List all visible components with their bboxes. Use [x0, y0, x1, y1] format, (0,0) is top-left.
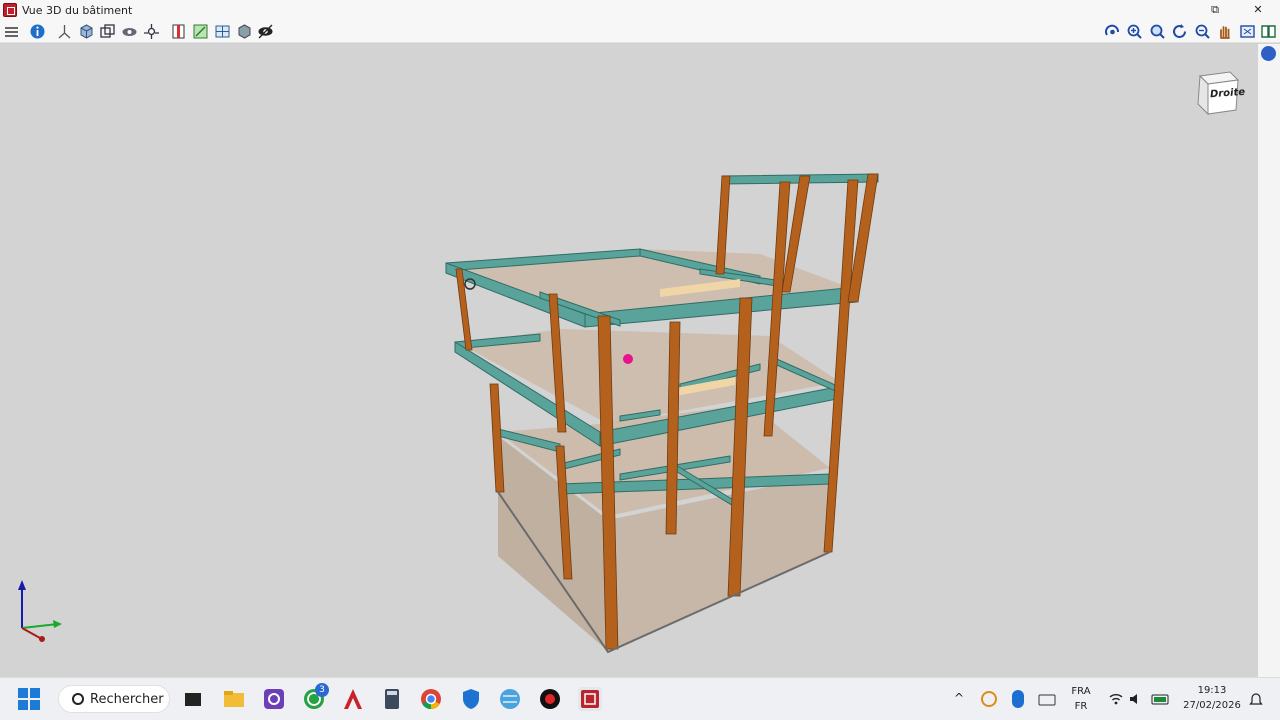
- whatsapp-badge: 3: [315, 683, 329, 697]
- frame-box-icon[interactable]: [99, 23, 116, 40]
- battery-icon[interactable]: [1151, 691, 1171, 707]
- tray-overflow-icon[interactable]: ^: [954, 691, 964, 705]
- keyboard-icon[interactable]: [1038, 692, 1056, 706]
- sync-icon[interactable]: [980, 690, 998, 708]
- rotate-view-icon[interactable]: [1104, 23, 1121, 40]
- info-icon[interactable]: [29, 23, 46, 40]
- restore-button[interactable]: ⧉: [1205, 2, 1225, 18]
- right-side-strip: [1258, 44, 1280, 677]
- refresh-view-icon[interactable]: [1171, 23, 1188, 40]
- chrome-icon[interactable]: [419, 687, 443, 711]
- search-label: Rechercher: [90, 691, 164, 707]
- shade-box-icon[interactable]: [78, 23, 95, 40]
- viewer-toolbar: [0, 20, 1280, 43]
- app-window: Vue 3D du bâtiment ⧉ ✕ Droite: [0, 0, 1280, 677]
- record-icon[interactable]: [538, 687, 562, 711]
- taskbar-search[interactable]: Rechercher: [58, 685, 170, 713]
- language-bottom[interactable]: FR: [1066, 701, 1096, 712]
- orbit-node-icon[interactable]: [143, 23, 160, 40]
- zoom-out-icon[interactable]: [1194, 23, 1211, 40]
- book-help-icon[interactable]: [1260, 23, 1277, 40]
- solid-cube-icon[interactable]: [236, 23, 253, 40]
- navigation-cube[interactable]: Droite: [1192, 70, 1245, 116]
- search-icon: [72, 693, 84, 705]
- building-3d-model: [18, 173, 879, 654]
- app-logo-icon: [3, 3, 17, 17]
- file-explorer-icon[interactable]: [222, 687, 246, 711]
- purple-app-icon[interactable]: [262, 687, 286, 711]
- fit-window-icon[interactable]: [1239, 23, 1256, 40]
- robot-structural-icon[interactable]: [578, 687, 602, 711]
- title-bar: Vue 3D du bâtiment ⧉ ✕: [0, 0, 1280, 20]
- help-icon[interactable]: [1261, 46, 1276, 61]
- zoom-window-icon[interactable]: [1149, 23, 1166, 40]
- autocad-icon[interactable]: [341, 687, 365, 711]
- section-green-icon[interactable]: [192, 23, 209, 40]
- wifi-icon[interactable]: [1108, 691, 1124, 707]
- visibility-eye-icon[interactable]: [257, 23, 274, 40]
- language-top[interactable]: FRA: [1066, 686, 1096, 697]
- security-shield-icon[interactable]: [459, 687, 483, 711]
- windows-start-icon[interactable]: [17, 687, 41, 711]
- task-view-icon[interactable]: [181, 687, 205, 711]
- notification-icon[interactable]: [1249, 691, 1263, 707]
- zoom-extents-icon[interactable]: [1126, 23, 1143, 40]
- taskbar: Rechercher 3 ^ FRA FR 19:13 27/02/2026: [0, 677, 1280, 720]
- calculator-icon[interactable]: [380, 687, 404, 711]
- clock-date[interactable]: 27/02/2026: [1180, 700, 1244, 711]
- pan-hand-icon[interactable]: [1216, 23, 1233, 40]
- section-red-icon[interactable]: [170, 23, 187, 40]
- axis-icon[interactable]: [56, 23, 73, 40]
- window-title: Vue 3D du bâtiment: [22, 3, 133, 17]
- globe-app-icon[interactable]: [498, 687, 522, 711]
- plan-grid-icon[interactable]: [214, 23, 231, 40]
- axes-gizmo: [18, 580, 62, 642]
- 3d-viewport[interactable]: Droite: [0, 44, 1258, 677]
- clock-time[interactable]: 19:13: [1180, 685, 1244, 696]
- close-button[interactable]: ✕: [1248, 2, 1268, 18]
- whatsapp-icon[interactable]: 3: [302, 683, 329, 711]
- layers-icon[interactable]: [3, 23, 20, 40]
- eye-scope-icon[interactable]: [121, 23, 138, 40]
- bluetooth-icon[interactable]: [1011, 690, 1025, 708]
- volume-icon[interactable]: [1128, 691, 1144, 707]
